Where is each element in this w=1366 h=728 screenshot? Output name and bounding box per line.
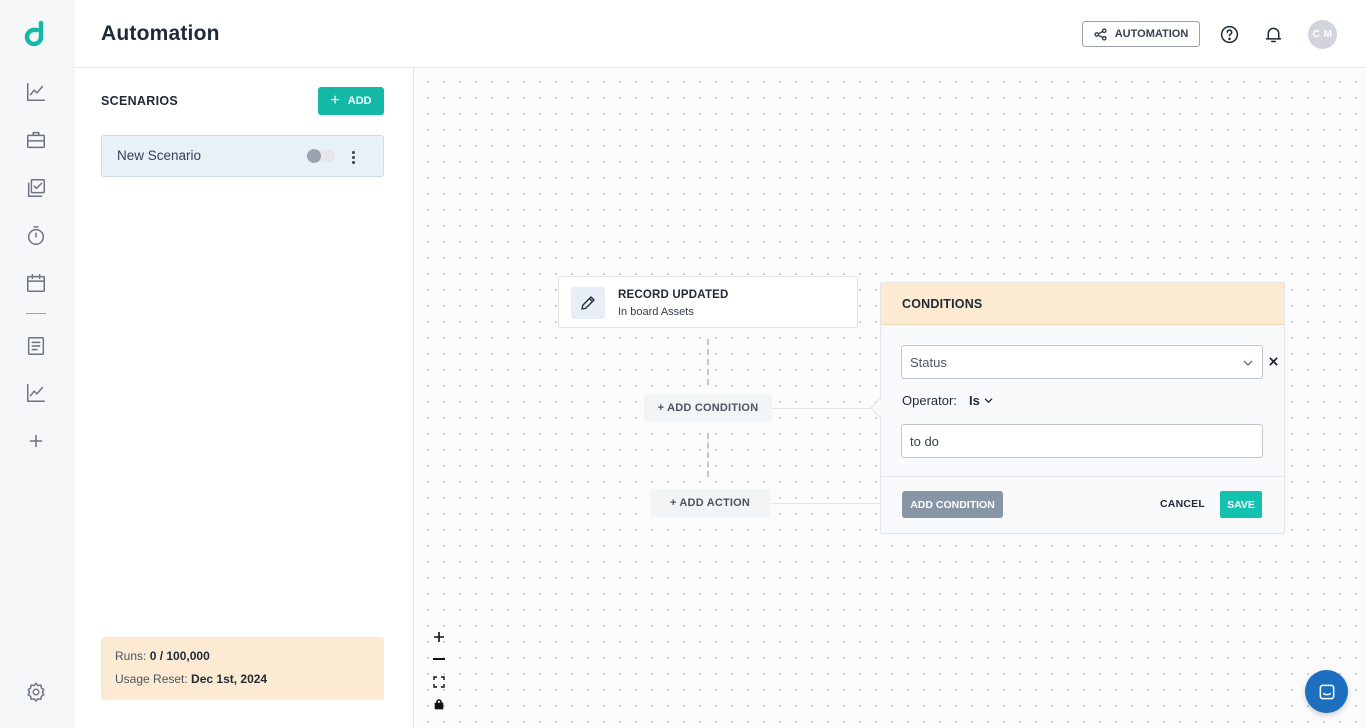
connector-line [707,433,709,477]
scenario-name: New Scenario [117,148,202,163]
notification-bell-icon[interactable] [1261,22,1285,46]
chart-icon[interactable] [24,381,48,405]
runs-value: 0 / 100,000 [149,649,210,663]
conditions-title: CONDITIONS [902,297,983,311]
plus-icon: + [330,92,340,109]
more-options-icon[interactable] [348,148,358,166]
add-scenario-button[interactable]: + ADD [318,87,384,115]
automation-button[interactable]: AUTOMATION [1082,21,1200,47]
chat-support-icon[interactable] [1305,670,1348,713]
cancel-button[interactable]: CANCEL [1160,498,1205,510]
zoom-out-icon[interactable] [428,649,450,669]
plus-icon[interactable] [24,429,48,453]
analytics-icon[interactable] [24,80,48,104]
flow-canvas[interactable]: RECORD UPDATED In board Assets + ADD CON… [414,68,1366,728]
chevron-down-icon [984,398,993,404]
connector-line [770,503,880,504]
rail-divider [26,313,46,314]
add-condition-node-button[interactable]: + ADD CONDITION [644,394,772,422]
add-action-button[interactable]: + ADD ACTION [650,489,770,517]
condition-value-input[interactable] [901,424,1263,458]
remove-condition-icon[interactable] [1267,355,1279,367]
trigger-node[interactable]: RECORD UPDATED In board Assets [558,276,858,328]
user-avatar[interactable]: C M [1308,20,1337,49]
runs-label: Runs: [115,649,147,663]
scenario-item[interactable]: New Scenario [101,135,384,177]
scenarios-panel: SCENARIOS + ADD New Scenario Runs: 0 / 1… [74,68,414,728]
scenario-enable-toggle[interactable] [307,149,335,163]
document-icon[interactable] [24,334,48,358]
fit-view-icon[interactable] [428,672,450,692]
calendar-icon[interactable] [24,271,48,295]
condition-field-value: Status [910,355,947,370]
conditions-card: CONDITIONS Status Operator: Is ADD CONDI… [870,282,1285,534]
trigger-subtitle: In board Assets [618,306,694,318]
timer-icon[interactable] [24,224,48,248]
checklist-icon[interactable] [24,176,48,200]
usage-reset-row: Usage Reset: Dec 1st, 2024 [115,672,370,686]
conditions-header: CONDITIONS [881,283,1284,325]
settings-icon[interactable] [24,680,48,704]
toggle-knob [307,149,321,163]
add-condition-button[interactable]: ADD CONDITION [902,491,1003,518]
trigger-title: RECORD UPDATED [618,289,729,301]
left-rail [0,0,74,728]
usage-summary: Runs: 0 / 100,000 Usage Reset: Dec 1st, … [101,637,384,700]
card-pointer [870,398,890,418]
scenarios-title: SCENARIOS [101,94,179,108]
runs-row: Runs: 0 / 100,000 [115,649,370,663]
connector-line [707,339,709,385]
automation-button-label: AUTOMATION [1114,28,1189,40]
operator-value: Is [969,393,980,408]
page-title: Automation [101,22,220,45]
operator-dropdown[interactable]: Is [969,393,993,408]
usage-reset-label: Usage Reset: [115,672,188,686]
top-header: Automation AUTOMATION C M [74,0,1366,68]
briefcase-icon[interactable] [24,128,48,152]
add-scenario-label: ADD [347,95,372,107]
chevron-down-icon [1243,360,1253,366]
operator-label: Operator: [902,393,957,408]
share-nodes-icon [1094,27,1107,41]
condition-field-select[interactable]: Status [901,345,1263,379]
help-icon[interactable] [1217,22,1241,46]
app-logo-icon[interactable] [22,20,50,48]
save-button[interactable]: SAVE [1220,491,1262,518]
pencil-icon [571,287,605,319]
connector-line [772,408,880,409]
conditions-divider [881,476,1284,477]
lock-icon[interactable] [428,694,450,714]
zoom-in-icon[interactable] [428,627,450,647]
usage-reset-value: Dec 1st, 2024 [191,672,268,686]
